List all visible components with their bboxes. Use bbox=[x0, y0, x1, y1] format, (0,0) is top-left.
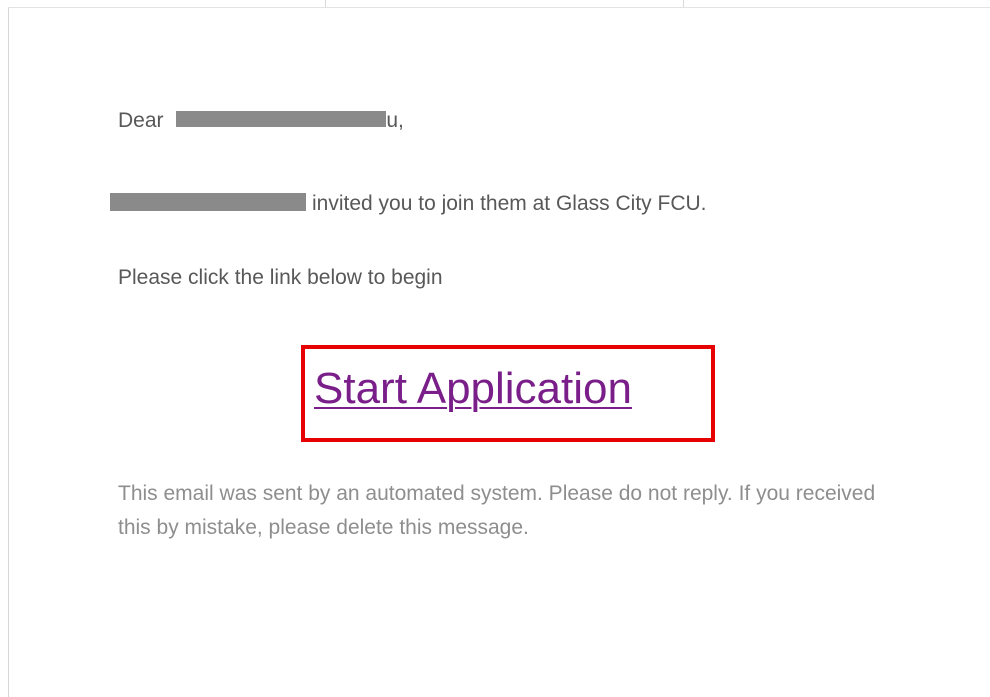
greeting-line: Dear u, bbox=[118, 106, 404, 136]
redacted-recipient-name bbox=[176, 111, 387, 128]
greeting-prefix: Dear bbox=[118, 109, 170, 132]
greeting-suffix: u, bbox=[386, 109, 404, 132]
disclaimer-text: This email was sent by an automated syst… bbox=[118, 482, 876, 539]
redacted-inviter-name bbox=[110, 193, 306, 212]
top-divider-tick bbox=[683, 0, 684, 7]
start-application-link[interactable]: Start Application bbox=[314, 361, 632, 417]
screenshot-frame: Dear u, invited you to join them at Glas… bbox=[0, 0, 990, 697]
invite-text: invited you to join them at Glass City F… bbox=[312, 192, 707, 215]
instruction-text: Please click the link below to begin bbox=[118, 266, 443, 289]
top-divider-tick bbox=[325, 0, 326, 7]
invite-line: invited you to join them at Glass City F… bbox=[110, 189, 706, 219]
